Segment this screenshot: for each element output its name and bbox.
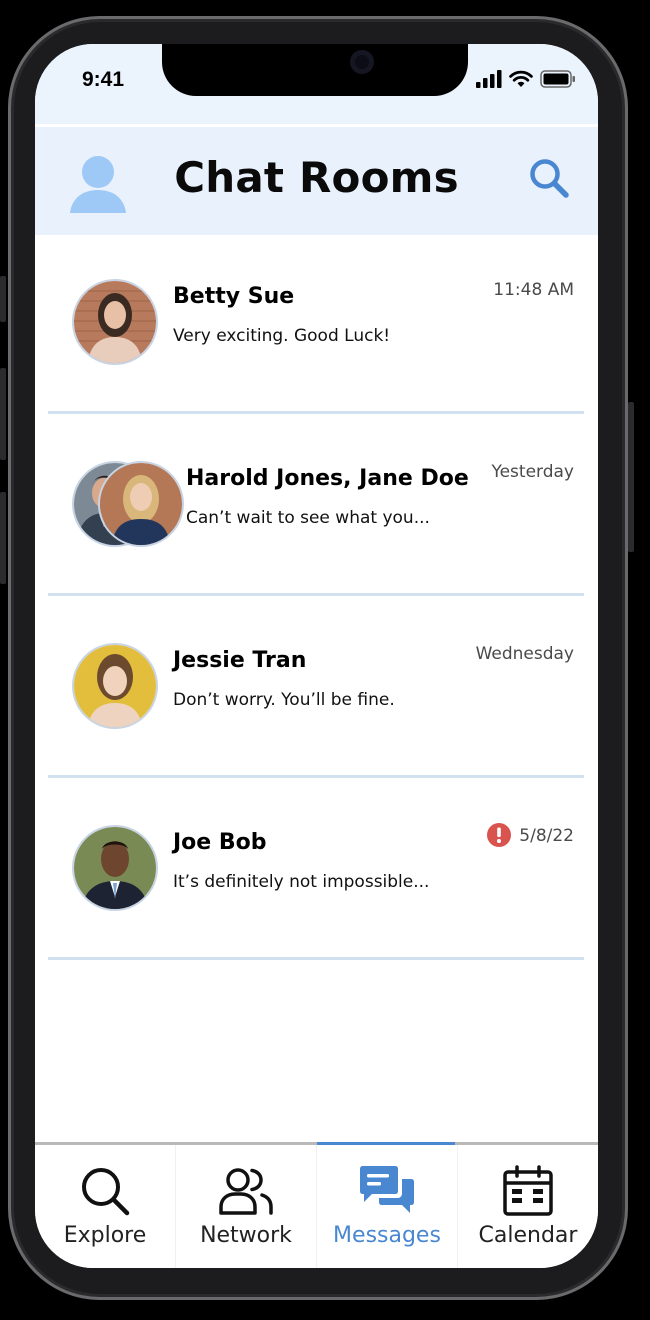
chat-name: Jessie Tran — [173, 648, 307, 673]
tab-label: Explore — [63, 1223, 147, 1248]
tab-bar: Explore Network Messages Calendar — [35, 1142, 598, 1268]
search-icon[interactable] — [528, 157, 570, 199]
alert-icon — [487, 823, 511, 847]
status-time: 9:41 — [82, 68, 125, 91]
tab-calendar[interactable]: Calendar — [458, 1145, 598, 1268]
signal-icon — [476, 70, 502, 88]
search-icon — [82, 1168, 130, 1216]
camera-icon — [350, 50, 374, 74]
avatar-jane-doe — [98, 461, 184, 547]
chat-time: 11:48 AM — [493, 280, 574, 300]
wifi-icon — [509, 70, 533, 87]
avatar-jessie-tran — [72, 643, 158, 729]
tab-label: Network — [200, 1223, 292, 1248]
chat-item-betty-sue[interactable]: Betty Sue Very exciting. Good Luck! 11:4… — [35, 232, 598, 414]
chat-list: Betty Sue Very exciting. Good Luck! 11:4… — [35, 232, 598, 960]
chat-item-jessie-tran[interactable]: Jessie Tran Don’t worry. You’ll be fine.… — [35, 596, 598, 778]
chat-preview: Can’t wait to see what you... — [186, 508, 430, 528]
calendar-icon — [503, 1165, 553, 1216]
chat-bubbles-icon — [360, 1166, 414, 1213]
tab-messages[interactable]: Messages — [317, 1145, 457, 1268]
chat-item-harold-jones-jane-doe[interactable]: Harold Jones, Jane Doe Can’t wait to see… — [35, 414, 598, 596]
notch — [162, 44, 468, 96]
tab-label: Calendar — [478, 1223, 578, 1248]
tab-label: Messages — [333, 1223, 441, 1248]
chat-name: Joe Bob — [173, 830, 267, 855]
chat-time: Yesterday — [491, 462, 574, 482]
tab-explore[interactable]: Explore — [35, 1145, 175, 1268]
chat-time: 5/8/22 — [519, 826, 574, 846]
header: Chat Rooms — [35, 124, 598, 235]
phone-side-button — [0, 492, 6, 584]
status-icons — [476, 70, 576, 88]
page-title: Chat Rooms — [174, 153, 459, 202]
chat-preview: It’s definitely not impossible... — [173, 872, 430, 892]
chat-name: Harold Jones, Jane Doe — [186, 466, 469, 491]
chat-time: Wednesday — [475, 644, 574, 664]
screen: 9:41 Chat Rooms Betty Sue Very exciting.… — [35, 44, 598, 1268]
phone-side-button — [0, 368, 6, 460]
avatar-betty-sue — [72, 279, 158, 365]
people-icon — [219, 1168, 273, 1215]
status-bar: 9:41 — [35, 44, 598, 124]
avatar-joe-bob — [72, 825, 158, 911]
phone-side-button — [0, 276, 6, 322]
chat-item-joe-bob[interactable]: Joe Bob It’s definitely not impossible..… — [35, 778, 598, 960]
chat-preview: Don’t worry. You’ll be fine. — [173, 690, 395, 710]
battery-icon — [540, 70, 575, 88]
chat-name: Betty Sue — [173, 284, 295, 309]
phone-side-button — [628, 402, 634, 552]
tab-network[interactable]: Network — [176, 1145, 316, 1268]
divider — [48, 957, 584, 960]
chat-preview: Very exciting. Good Luck! — [173, 326, 391, 346]
